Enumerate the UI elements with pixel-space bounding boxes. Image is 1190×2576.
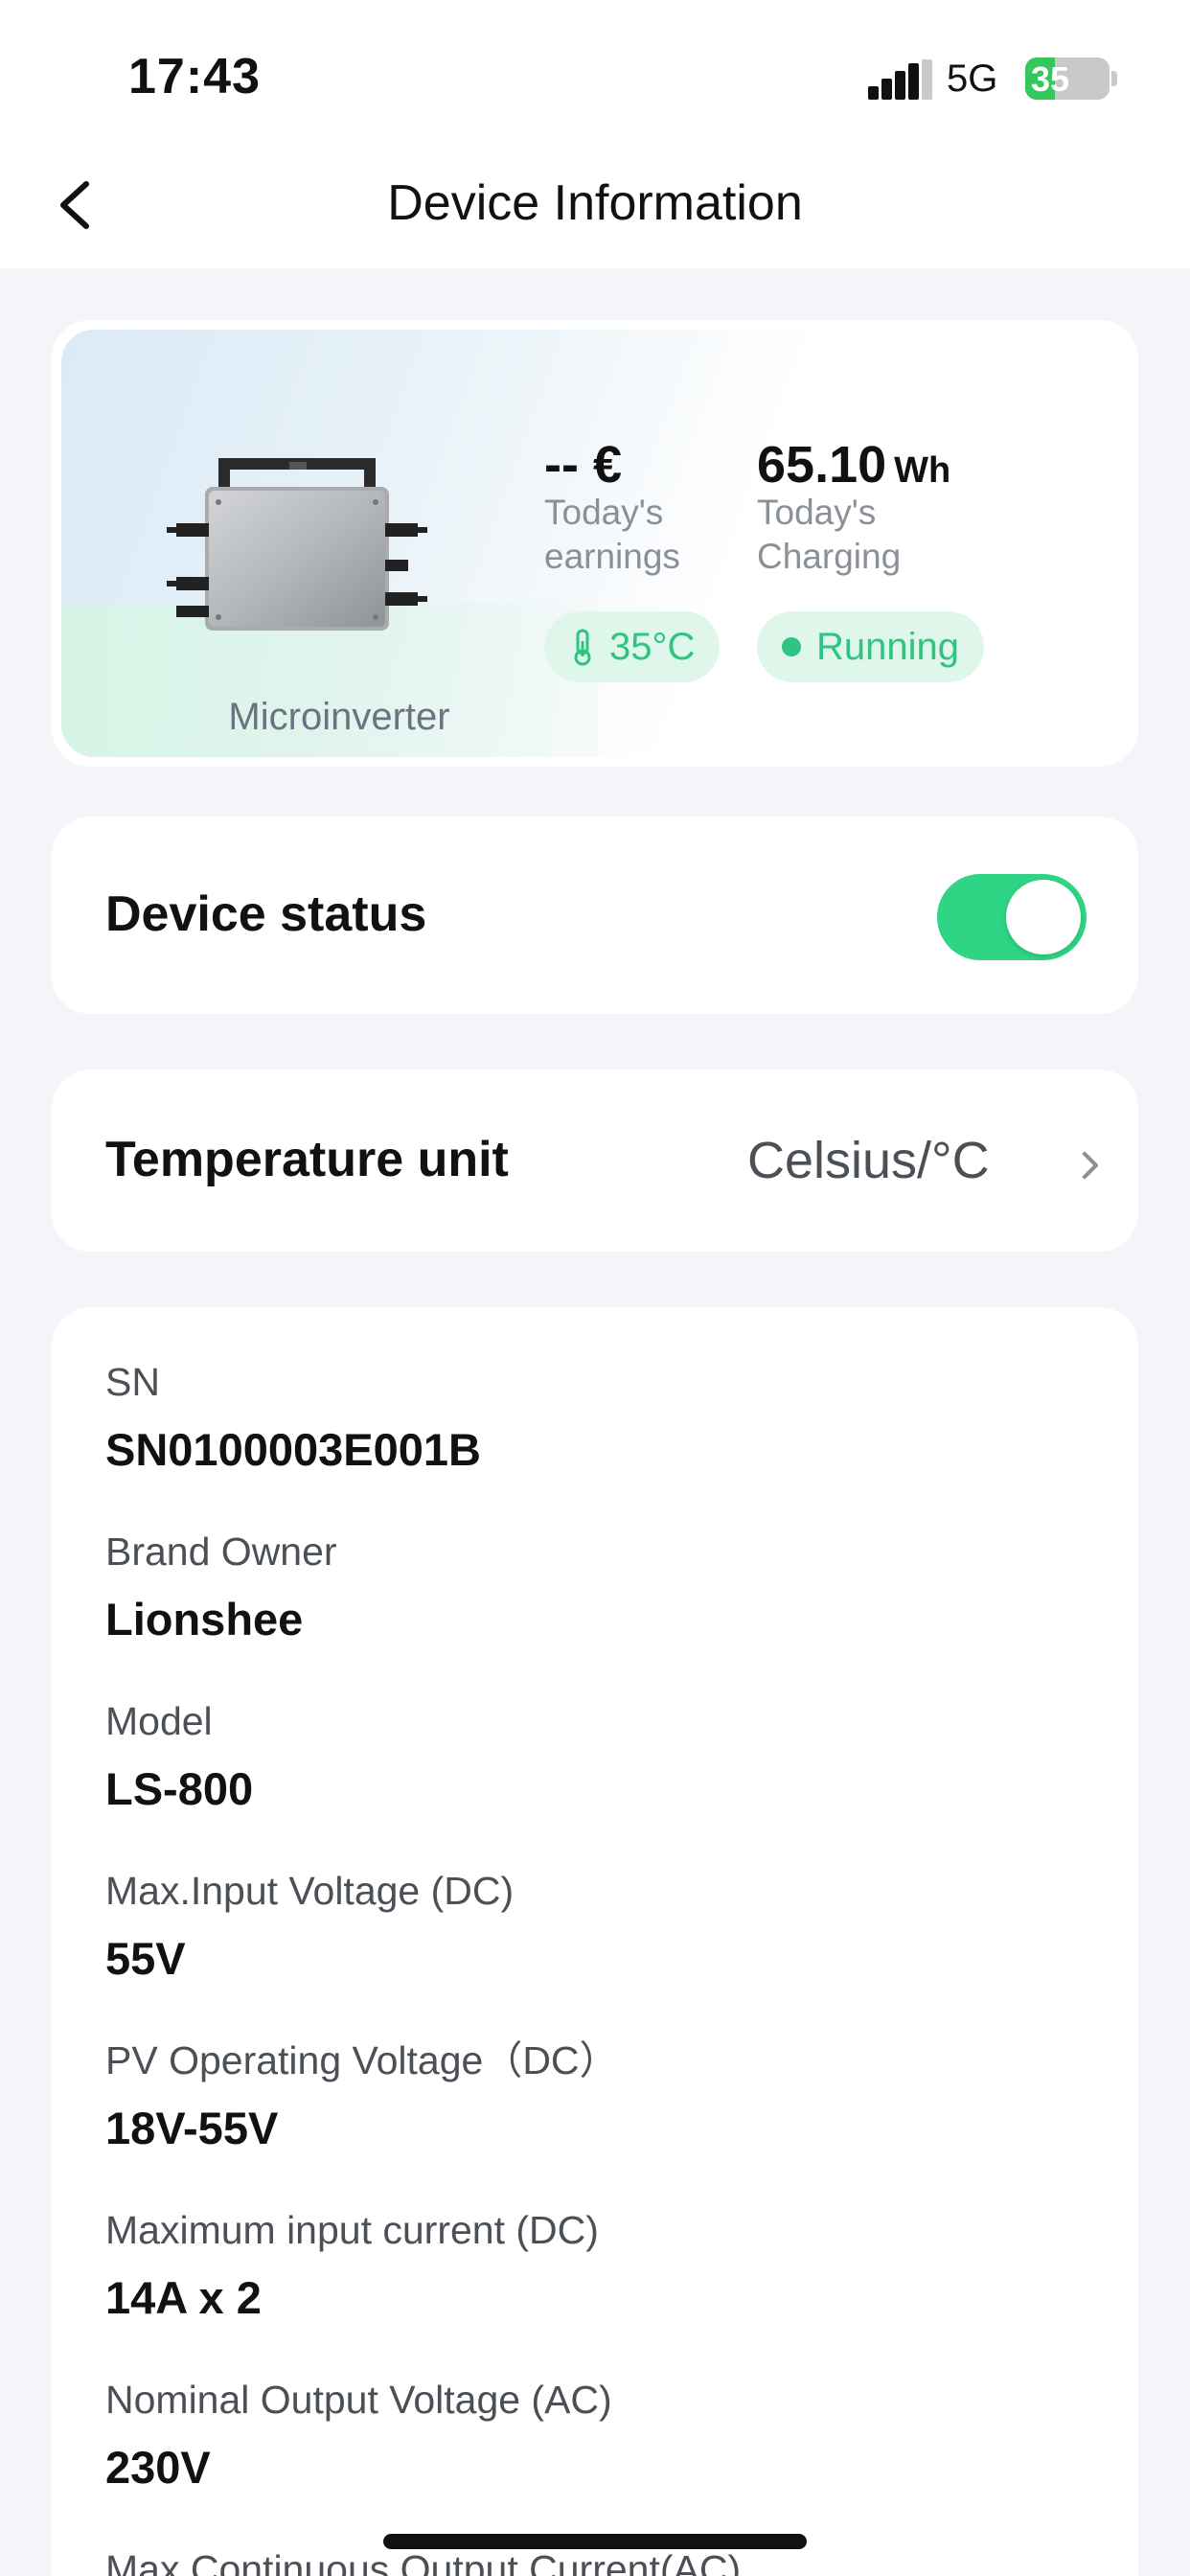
charging-unit: Wh xyxy=(894,450,951,491)
info-label: Maximum input current (DC) xyxy=(105,2208,599,2252)
temperature-badge: 35°C xyxy=(544,611,721,682)
charging-value-wrap: 65.10 Wh xyxy=(757,435,950,494)
earnings-label: Today's earnings xyxy=(544,493,680,576)
earnings-value: -- € xyxy=(544,436,622,494)
info-item-brand-owner: Brand Owner Lionshee xyxy=(105,1525,337,1653)
info-value: 55V xyxy=(105,1933,186,1984)
info-item-max-input-voltage: Max.Input Voltage (DC) 55V xyxy=(105,1864,514,1992)
status-bar: 17:43 5G 35 xyxy=(0,0,1190,144)
temperature-value: 35°C xyxy=(609,626,696,668)
cellular-signal-icon xyxy=(868,59,932,100)
device-info-card: SN SN0100003E001B Brand Owner Lionshee M… xyxy=(52,1307,1138,2576)
nav-bar: Device Information xyxy=(0,144,1190,268)
battery-icon: 35 xyxy=(1025,58,1110,100)
info-value: Lionshee xyxy=(105,1594,304,1644)
temperature-unit-row[interactable]: Temperature unit Celsius/°C xyxy=(52,1070,1138,1252)
battery-tip xyxy=(1111,71,1117,86)
info-item-pv-operating-voltage: PV Operating Voltage（DC） 18V-55V xyxy=(105,2034,619,2162)
info-item-sn: SN SN0100003E001B xyxy=(105,1355,481,1484)
battery-level-text: 35 xyxy=(1031,59,1070,99)
toggle-knob xyxy=(1006,880,1081,954)
running-status-badge: Running xyxy=(757,611,985,682)
running-status-text: Running xyxy=(816,626,960,668)
temperature-unit-label: Temperature unit xyxy=(105,1132,509,1187)
temperature-unit-value: Celsius/°C xyxy=(747,1132,990,1189)
device-status-toggle[interactable] xyxy=(937,874,1087,960)
info-label: Nominal Output Voltage (AC) xyxy=(105,2378,612,2422)
info-item-nominal-output-voltage: Nominal Output Voltage (AC) 230V xyxy=(105,2373,612,2501)
network-type: 5G xyxy=(947,58,998,100)
info-label: Brand Owner xyxy=(105,1530,337,1574)
info-label: Max.Input Voltage (DC) xyxy=(105,1869,515,1913)
microinverter-image xyxy=(167,458,427,631)
charging-value: 65.10 xyxy=(757,436,887,494)
device-summary-card: Microinverter -- € Today's earnings 65.1… xyxy=(52,320,1138,767)
info-label: Model xyxy=(105,1699,213,1743)
info-item-max-input-current: Maximum input current (DC) 14A x 2 xyxy=(105,2203,599,2332)
info-value: 14A x 2 xyxy=(105,2272,262,2323)
device-status-label: Device status xyxy=(105,886,427,942)
device-summary-background: Microinverter -- € Today's earnings 65.1… xyxy=(61,330,1129,757)
charging-label: Today's Charging xyxy=(757,493,902,576)
status-time: 17:43 xyxy=(128,49,261,104)
info-value: LS-800 xyxy=(105,1763,254,1814)
info-label: PV Operating Voltage（DC） xyxy=(105,2038,619,2082)
home-indicator[interactable] xyxy=(383,2534,807,2549)
thermometer-icon xyxy=(574,629,591,666)
info-value: SN0100003E001B xyxy=(105,1424,481,1475)
info-item-model: Model LS-800 xyxy=(105,1694,253,1823)
info-label: SN xyxy=(105,1360,160,1404)
chevron-right-icon xyxy=(1083,1152,1098,1179)
device-status-card: Device status xyxy=(52,816,1138,1014)
device-type-label: Microinverter xyxy=(228,696,450,738)
status-dot-icon xyxy=(782,637,801,656)
info-value: 230V xyxy=(105,2442,211,2493)
page-title: Device Information xyxy=(387,175,803,231)
info-value: 18V-55V xyxy=(105,2103,279,2153)
